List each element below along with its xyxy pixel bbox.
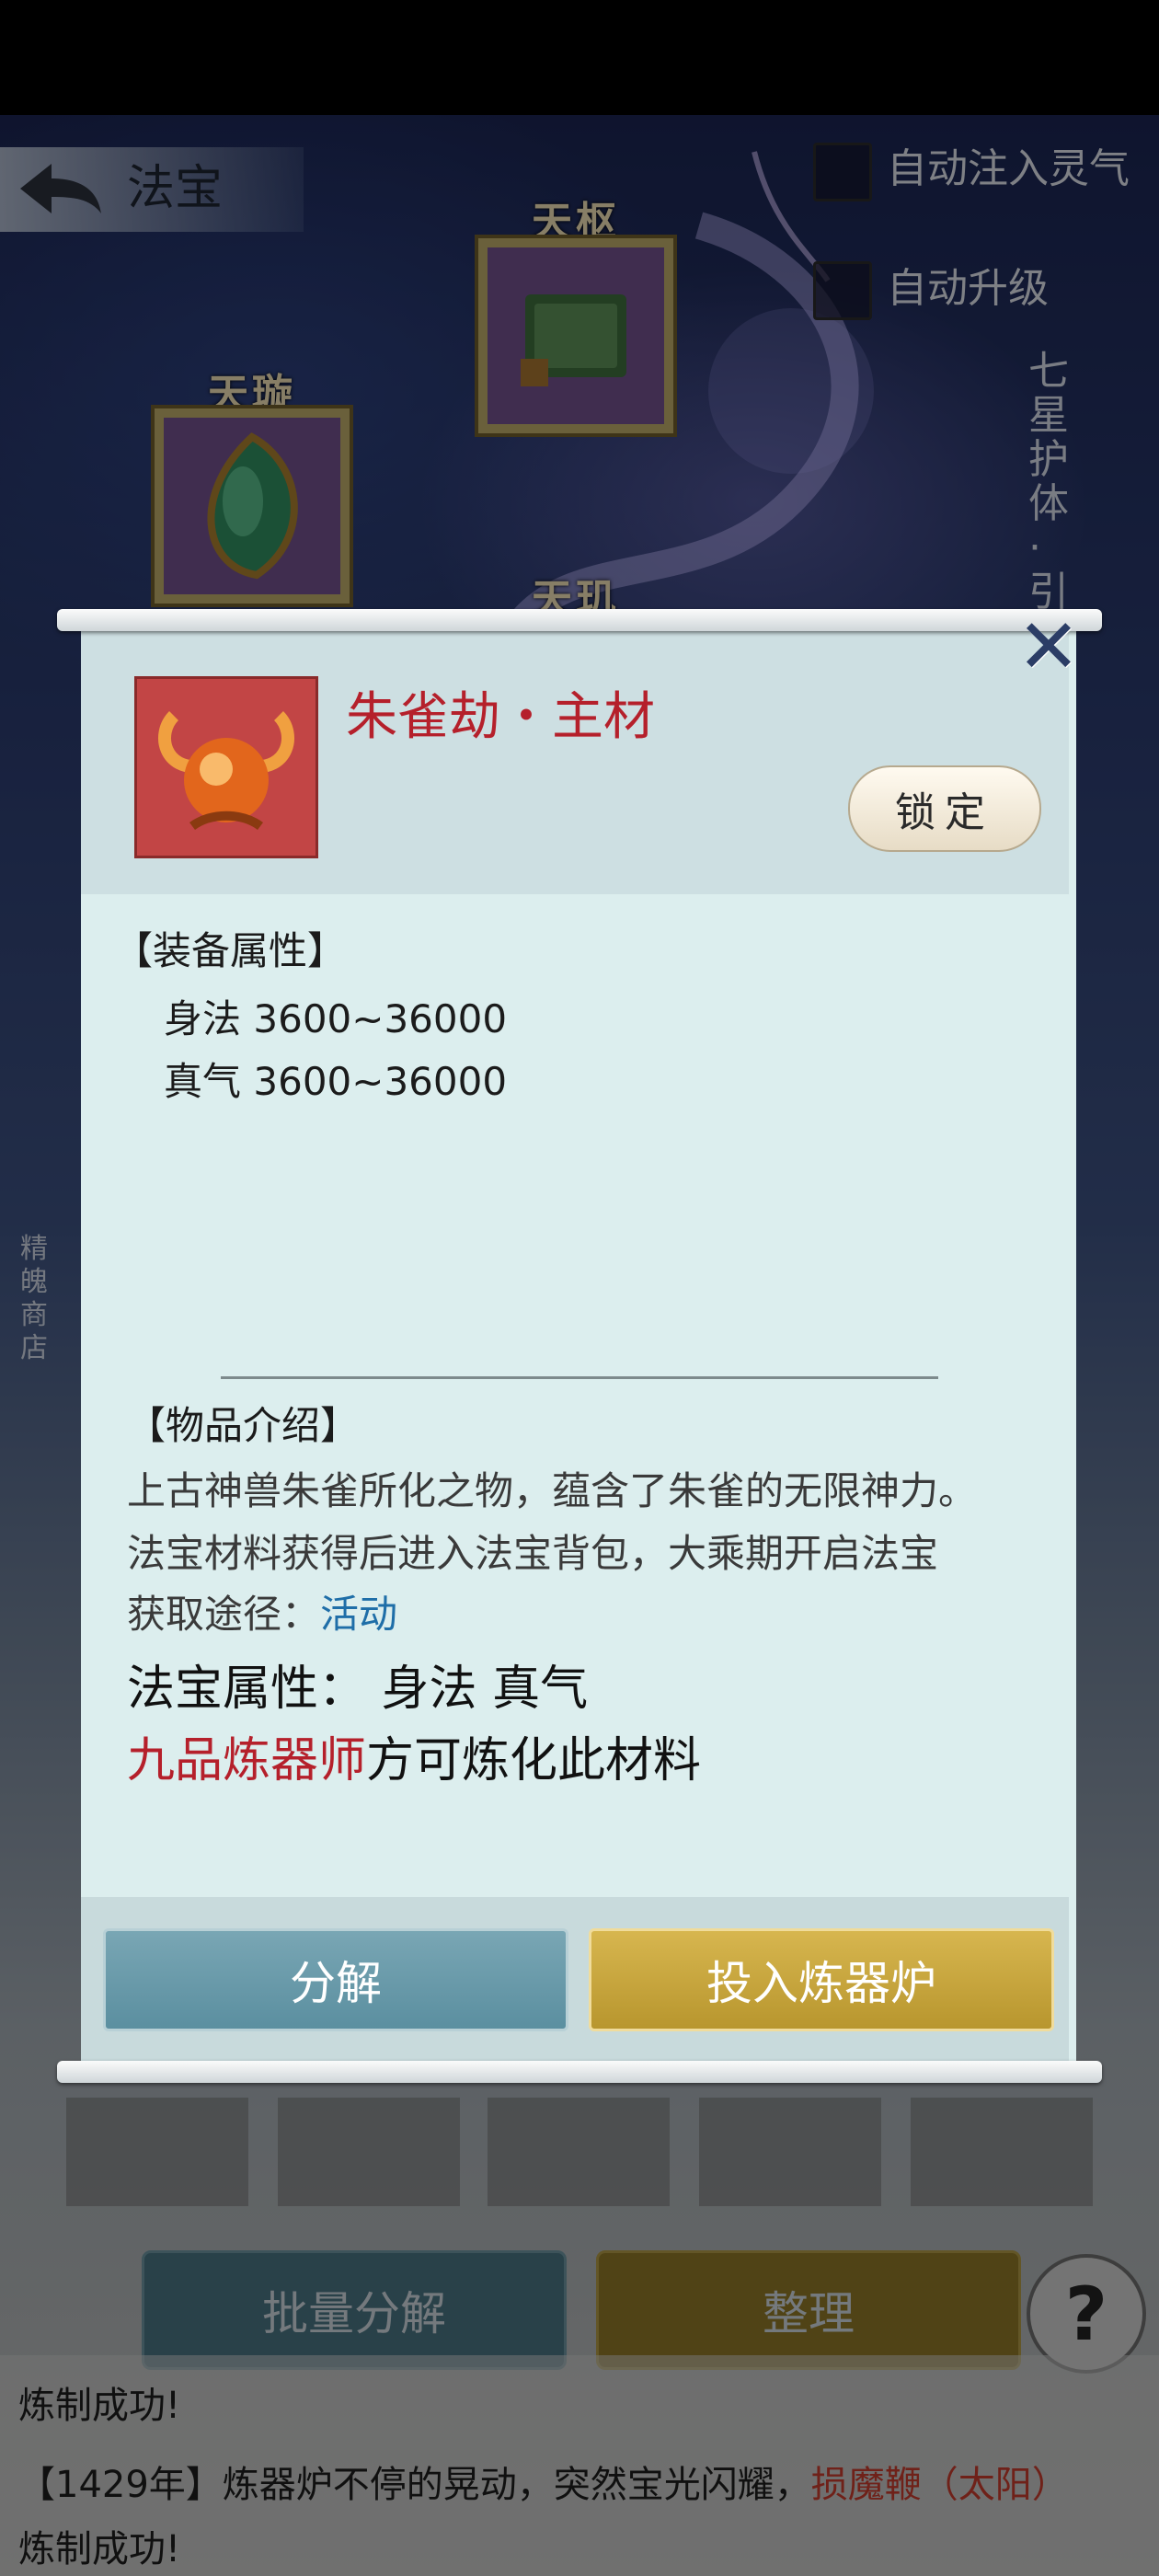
requirement-row: 九品炼器师方可炼化此材料 — [127, 1728, 701, 1794]
decompose-button[interactable]: 分解 — [103, 1928, 568, 2031]
attribute-value: 3600~36000 — [253, 996, 508, 1041]
item-icon — [134, 676, 318, 858]
source-row: 获取途径：活动 — [127, 1586, 397, 1643]
modal-frame-top — [57, 609, 1102, 631]
attribute-row: 真气 3600~36000 — [164, 1054, 507, 1110]
fabao-attribute-label: 法宝属性： — [127, 1662, 367, 1717]
lock-button[interactable]: 锁定 — [848, 765, 1041, 852]
requirement-text: 方可炼化此材料 — [366, 1733, 702, 1788]
attribute-row: 身法 3600~36000 — [164, 992, 507, 1047]
item-description: 上古神兽朱雀所化之物，蕴含了朱雀的无限神力。 — [127, 1468, 978, 1513]
source-label: 获取途径： — [127, 1592, 321, 1637]
fabao-attribute-values: 身法 真气 — [381, 1662, 589, 1717]
item-intro-title: 【物品介绍】 — [127, 1403, 360, 1448]
item-name: 朱雀劫・主材 — [346, 687, 655, 747]
source-link[interactable]: 活动 — [320, 1592, 397, 1637]
requirement-highlight: 九品炼器师 — [127, 1733, 367, 1788]
equip-attributes-title: 【装备属性】 — [114, 928, 347, 973]
divider — [221, 1376, 938, 1379]
item-description: 法宝材料获得后进入法宝背包，大乘期开启法宝 — [127, 1531, 939, 1576]
put-into-furnace-button[interactable]: 投入炼器炉 — [589, 1928, 1054, 2031]
attribute-value: 3600~36000 — [253, 1059, 508, 1104]
vermilion-bird-orb-icon — [158, 711, 294, 831]
close-icon[interactable]: ✕ — [1016, 610, 1082, 685]
fabao-attribute-row: 法宝属性： 身法 真气 — [127, 1656, 588, 1722]
attribute-name: 真气 — [164, 1059, 242, 1104]
attribute-name: 身法 — [164, 996, 242, 1041]
modal-frame-bottom — [57, 2061, 1102, 2083]
